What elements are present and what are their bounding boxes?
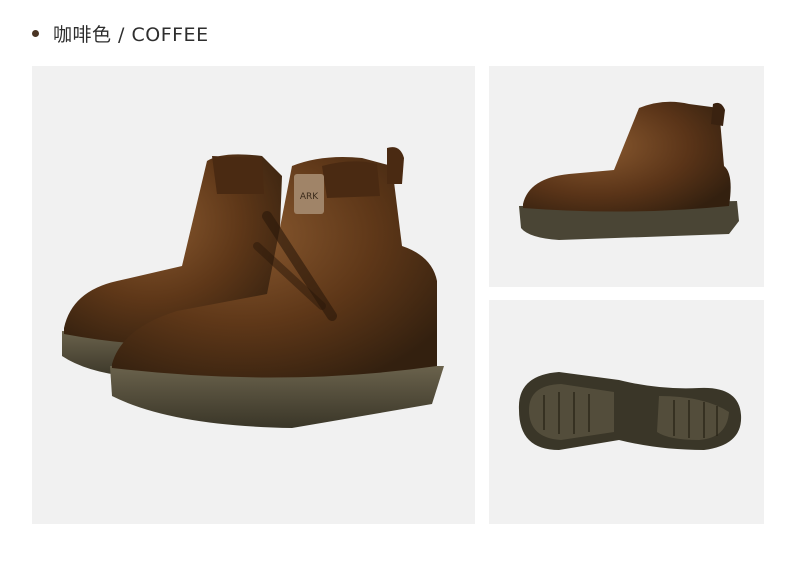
- side-upper: [523, 101, 731, 212]
- pull-tab: [387, 147, 404, 184]
- boots-pair-illustration: ARK: [62, 147, 444, 428]
- boot-sole-illustration: [518, 372, 742, 450]
- bullet-dot: [32, 29, 39, 37]
- side-view-image: [489, 66, 764, 287]
- tag-text: ARK: [300, 192, 319, 202]
- color-header: 咖啡色 / COFFEE: [32, 18, 209, 48]
- main-product-image: ARK: [32, 66, 475, 524]
- boot-side-illustration: [519, 101, 739, 240]
- sole-view-image: [489, 300, 764, 524]
- color-title: 咖啡色 / COFFEE: [53, 23, 209, 46]
